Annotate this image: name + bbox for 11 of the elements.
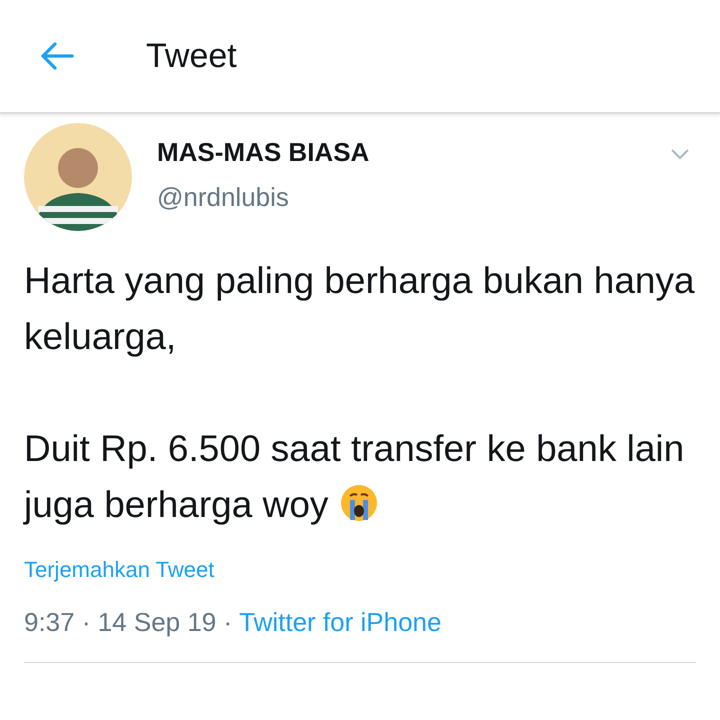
user-name[interactable]: MAS-MAS BIASA — [157, 137, 670, 168]
crying-face-icon — [338, 483, 379, 523]
tweet-time: 9:37 · 14 Sep 19 · — [24, 607, 232, 638]
tweet-text: Duit Rp. 6.500 saat transfer ke bank lain juga berharga woy — [24, 427, 686, 527]
user-handle[interactable]: @nrdnlubis — [157, 182, 670, 213]
back-arrow-icon[interactable] — [40, 42, 74, 70]
header-title: Tweet — [146, 36, 237, 76]
source-link[interactable]: Twitter for iPhone — [239, 607, 442, 638]
chevron-down-icon[interactable] — [670, 148, 690, 160]
translate-link[interactable]: Terjemahkan Tweet — [24, 557, 214, 583]
tweet-text: Harta yang paling berharga bukan hanya keluarga, — [24, 259, 696, 359]
